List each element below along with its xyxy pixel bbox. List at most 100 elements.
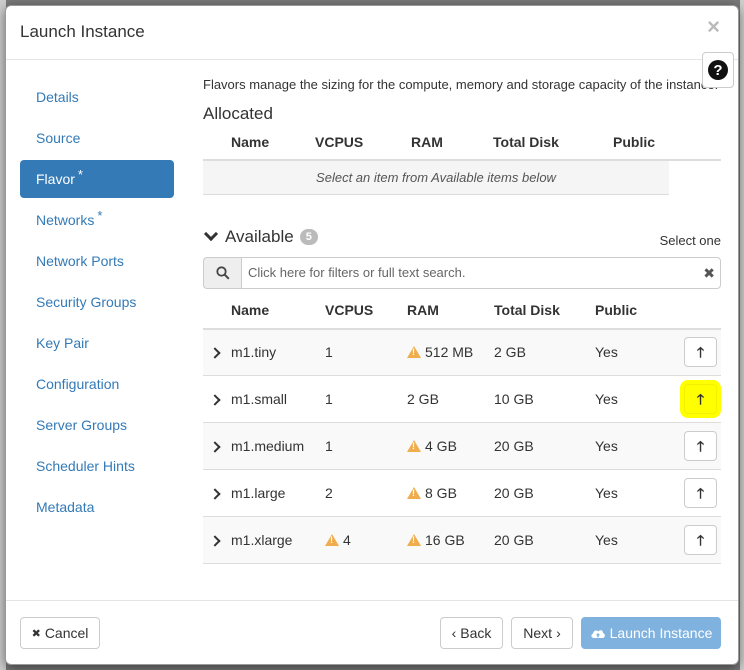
modal-title: Launch Instance [20,22,145,41]
action-cell: 🡑 [651,469,721,517]
close-icon: ✖ [31,627,41,640]
launch-instance-button[interactable]: Launch Instance [581,617,721,649]
chevron-right-icon [209,394,221,406]
sidebar-item-network-ports[interactable]: Network Ports [20,242,174,280]
flavor-disk: 20 GB [490,469,591,517]
flavor-row: m1.medium1 4 GB 20 GBYes 🡑 [203,422,721,470]
flavor-name: m1.tiny [227,328,321,376]
arrow-up-icon: 🡑 [696,344,705,361]
column-header-total-disk: Total Disk [489,124,609,161]
sidebar-item-source[interactable]: Source [20,119,174,157]
sidebar-item-label: Scheduler Hints [36,458,135,474]
expand-cell[interactable] [203,422,227,470]
expand-cell[interactable] [203,516,227,564]
close-icon[interactable]: × [707,16,720,38]
flavor-ram-cell: 8 GB [403,469,490,517]
arrow-up-icon: 🡑 [696,438,705,454]
backdrop [740,0,744,670]
sidebar-item-label: Metadata [36,499,95,515]
flavor-vcpus-cell: 1 [321,375,403,423]
chevron-right-icon: › [556,625,561,641]
sidebar-item-label: Key Pair [36,335,89,351]
flavor-disk: 2 GB [490,328,591,376]
flavor-ram: 4 GB [425,438,457,454]
allocated-table: Name VCPUS RAM Total Disk Public Select an i… [203,124,721,195]
sidebar-item-label: Security Groups [36,294,137,310]
launch-instance-modal: Launch Instance × ? Details Source Flavor *… [5,5,739,665]
sidebar-item-label: Networks [36,212,95,228]
chevron-left-icon: ‹ [451,625,457,641]
warning-icon [407,346,421,359]
flavor-ram-cell: 16 GB [403,516,490,564]
allocate-button[interactable]: 🡑 [684,431,717,461]
flavor-vcpus: 4 [343,532,351,548]
flavor-vcpus: 1 [325,438,333,454]
select-hint: Select one [659,232,721,248]
search-input[interactable] [241,256,721,289]
sidebar-item-label: Network Ports [36,253,124,269]
column-header-vcpus: VCPUS [321,292,403,330]
column-header-public: Public [591,292,651,330]
column-header-expand [203,292,227,330]
available-toggle[interactable]: Available 5 [203,227,318,247]
sidebar-item-flavor[interactable]: Flavor * [20,160,174,198]
allocate-button[interactable]: 🡑 [684,478,717,508]
column-header-action [669,124,721,161]
sidebar-item-configuration[interactable]: Configuration [20,365,174,403]
required-marker: * [77,166,83,182]
column-header-name: Name [227,292,321,330]
expand-cell[interactable] [203,328,227,376]
sidebar-item-security-groups[interactable]: Security Groups [20,283,174,321]
sidebar-item-server-groups[interactable]: Server Groups [20,406,174,444]
sidebar-item-networks[interactable]: Networks * [20,201,174,239]
available-table: NameVCPUSRAMTotal DiskPublic m1.tiny1512… [203,292,721,564]
chevron-right-icon [209,535,221,547]
chevron-right-icon [209,488,221,500]
launch-label: Launch Instance [609,625,713,641]
sidebar-item-metadata[interactable]: Metadata [20,488,174,526]
back-button[interactable]: ‹ Back [440,617,503,649]
column-header-expand [203,124,227,161]
clear-search-icon[interactable]: ✖ [703,265,715,282]
flavor-disk: 20 GB [490,516,591,564]
action-cell: 🡑 [651,375,721,423]
next-button[interactable]: Next › [511,617,573,649]
column-header-ram: RAM [403,292,490,330]
flavor-public: Yes [591,328,651,376]
expand-cell[interactable] [203,375,227,423]
flavor-row: m1.small 1 2 GB 10 GB Yes 🡑 [203,375,721,423]
column-header-ram: RAM [407,124,489,161]
wizard-sidebar: Details Source Flavor * Networks * Network Por… [20,78,174,529]
help-button[interactable]: ? [702,52,734,88]
flavor-ram: 16 GB [425,532,465,548]
sidebar-item-key-pair[interactable]: Key Pair [20,324,174,362]
sidebar-item-label: Configuration [36,376,120,392]
available-header: Available 5 Select one [203,221,721,257]
flavor-vcpus-cell: 2 [321,469,403,517]
flavor-name: m1.medium [227,422,321,470]
column-header-name: Name [227,124,311,161]
flavor-vcpus-cell: 1 [321,422,403,470]
required-marker: * [97,207,103,223]
allocate-button[interactable]: 🡑 [684,337,717,368]
column-header-total-disk: Total Disk [490,292,591,330]
flavor-row: m1.large2 8 GB 20 GBYes 🡑 [203,469,721,517]
allocated-empty-message: Select an item from Available items belo… [203,160,669,195]
column-header-public: Public [609,124,669,161]
sidebar-item-details[interactable]: Details [20,78,174,116]
allocate-button[interactable]: 🡑 [684,525,717,555]
action-cell: 🡑 [651,328,721,376]
allocate-button[interactable]: 🡑 [684,384,717,414]
warning-icon [325,534,339,546]
warning-icon [407,534,421,546]
warning-icon [407,487,421,499]
flavor-name: m1.small [227,375,321,423]
cloud-upload-icon [591,630,605,638]
cancel-button[interactable]: ✖ Cancel [20,617,100,649]
sidebar-item-scheduler-hints[interactable]: Scheduler Hints [20,447,174,485]
flavor-vcpus: 2 [325,485,333,501]
sidebar-item-label: Flavor [36,171,75,187]
flavor-disk: 10 GB [490,375,591,423]
expand-cell[interactable] [203,469,227,517]
flavor-ram-cell: 2 GB [403,375,490,423]
